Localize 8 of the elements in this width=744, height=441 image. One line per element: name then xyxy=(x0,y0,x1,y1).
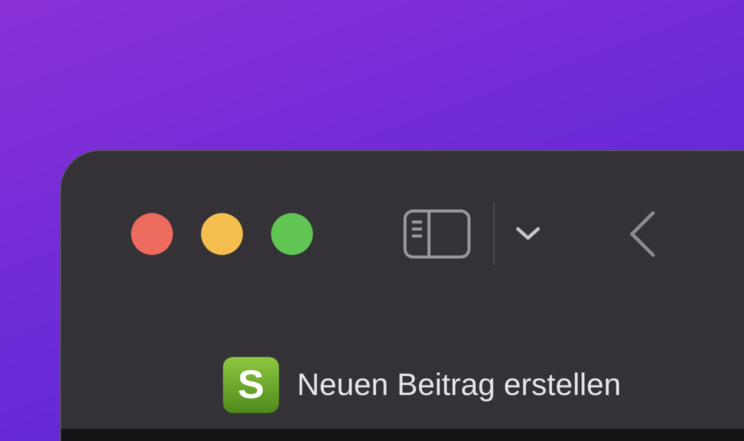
tab-title[interactable]: Neuen Beitrag erstellen xyxy=(297,362,621,408)
back-icon[interactable] xyxy=(627,210,657,258)
chevron-down-icon[interactable] xyxy=(515,226,541,242)
window-control-button[interactable] xyxy=(201,213,243,255)
favicon: S xyxy=(223,357,279,413)
window-control-button[interactable] xyxy=(131,213,173,255)
sidebar-icon[interactable] xyxy=(403,209,471,259)
window-control-button[interactable] xyxy=(271,213,313,255)
